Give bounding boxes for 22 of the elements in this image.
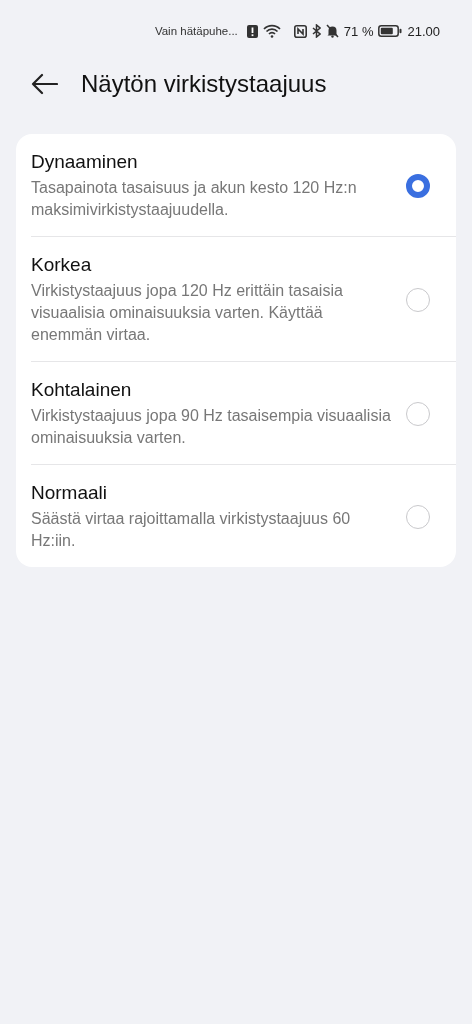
option-title: Kohtalainen (31, 379, 133, 401)
option-title: Korkea (31, 254, 93, 276)
muted-bell-icon (325, 24, 339, 38)
radio-button[interactable] (406, 174, 430, 198)
option-description: Virkistystaajuus jopa 120 Hz erittäin tasaisia visuaalisia ominaisuuksia varten. Käyttää enemmän virtaa. (31, 281, 344, 345)
option-title: Normaali (31, 482, 109, 504)
radio-button[interactable] (406, 288, 430, 312)
battery-percent: 71 % (343, 23, 374, 39)
radio-button[interactable] (406, 402, 430, 426)
option-description: Säästä virtaa rajoittamalla virkistystaajuus 60 Hz:iin. (31, 509, 352, 551)
page-title: Näytön virkistystaajuus (81, 70, 327, 98)
wifi-icon (262, 24, 281, 38)
carrier-text: Vain hätäpuhe... (154, 25, 238, 37)
nfc-icon (293, 24, 307, 38)
option-description: Virkistystaajuus jopa 90 Hz tasaisempia visuaalisia ominaisuuksia varten. (31, 406, 391, 448)
battery-icon (378, 25, 403, 37)
alert-icon (246, 24, 258, 38)
radio-button[interactable] (406, 505, 430, 529)
bluetooth-icon (311, 24, 321, 38)
clock-time: 21.00 (407, 23, 440, 39)
option-description: Tasapainota tasaisuus ja akun kesto 120 Hz:n maksimivirkistystaajuudella. (31, 178, 358, 220)
option-title: Dynaaminen (31, 151, 139, 173)
